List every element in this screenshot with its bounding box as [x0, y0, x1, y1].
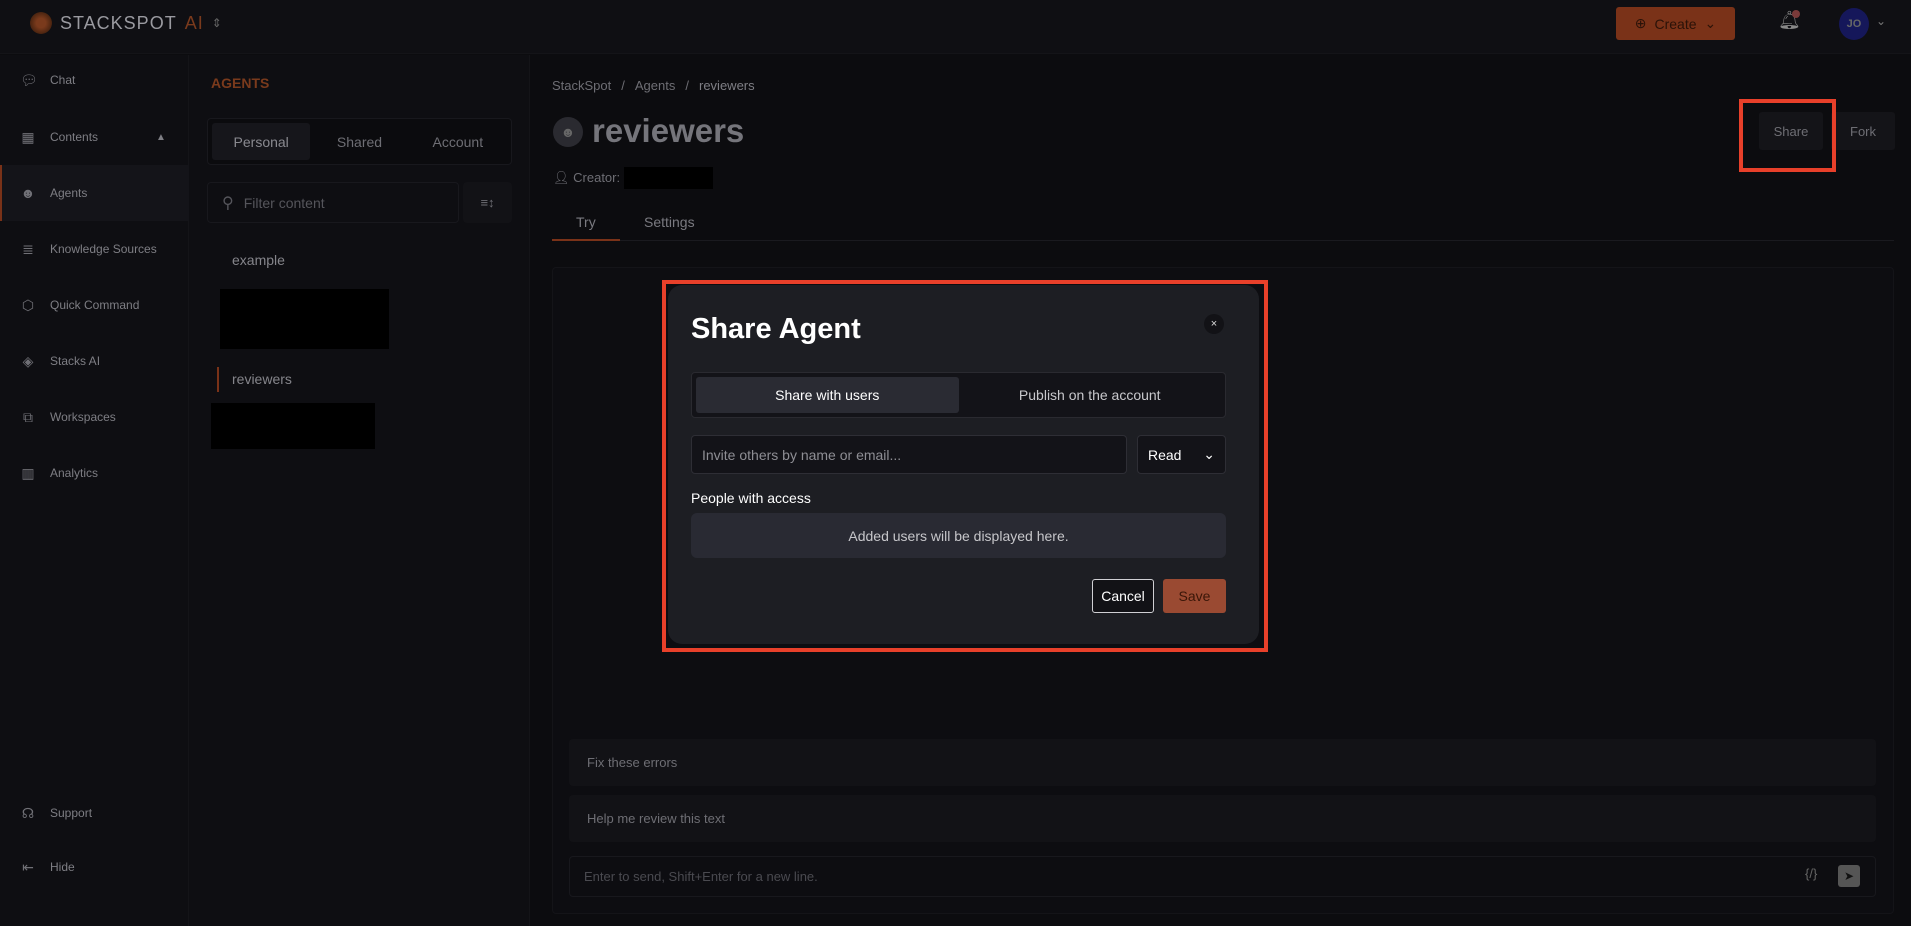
- chart-icon: ▥: [21, 464, 35, 481]
- chevron-down-icon[interactable]: ⌄: [1876, 14, 1886, 28]
- breadcrumb-stackspot[interactable]: StackSpot: [552, 78, 611, 93]
- collapse-icon: ⇤: [22, 858, 34, 875]
- sidebar-item-label: Stacks AI: [50, 354, 101, 368]
- user-icon: 👤︎: [553, 170, 570, 185]
- tab-underline: [552, 239, 620, 241]
- database-icon: ≣: [22, 240, 34, 257]
- sidebar-item-knowledge-sources[interactable]: ≣ Knowledge Sources: [0, 229, 189, 269]
- breadcrumb: StackSpot / Agents / reviewers: [552, 78, 755, 93]
- logo-mark-icon: [30, 12, 52, 34]
- tab-publish-on-account[interactable]: Publish on the account: [959, 377, 1222, 413]
- grid-icon: ▦: [21, 128, 35, 145]
- active-indicator: [217, 367, 219, 392]
- plus-circle-icon: ⊕: [1634, 15, 1647, 31]
- sidebar-item-label: Chat: [50, 73, 76, 87]
- sidebar-item-support[interactable]: ☊ Support: [0, 793, 189, 833]
- sidebar-item-hide[interactable]: ⇤ Hide: [0, 847, 189, 887]
- filter-placeholder: Filter content: [243, 194, 325, 211]
- chat-bubble-icon: 💬︎: [20, 71, 38, 88]
- sidebar-item-label: Analytics: [50, 466, 99, 480]
- search-icon: ⚲: [222, 194, 234, 212]
- robot-icon: ☻: [553, 117, 583, 147]
- sidebar-item-contents[interactable]: ▦ Contents ▲: [0, 117, 189, 157]
- chevron-down-icon: ⌄: [1203, 446, 1215, 462]
- create-label: Create: [1654, 15, 1697, 32]
- sidebar-item-agents[interactable]: ☻ Agents: [0, 165, 189, 221]
- redacted-item: [220, 289, 389, 349]
- breadcrumb-separator: /: [621, 78, 625, 93]
- create-button[interactable]: ⊕ Create ⌄: [1616, 7, 1735, 40]
- breadcrumb-agents[interactable]: Agents: [635, 78, 675, 93]
- save-button[interactable]: Save: [1163, 579, 1226, 613]
- panel-heading: AGENTS: [211, 75, 270, 91]
- suggestion-button[interactable]: Help me review this text: [569, 795, 1876, 842]
- sidebar-item-quick-command[interactable]: ⬡ Quick Command: [0, 285, 189, 325]
- list-item[interactable]: example: [232, 252, 285, 268]
- workspaces-icon: ⧉: [23, 408, 33, 425]
- people-with-access-label: People with access: [691, 490, 811, 506]
- chevron-down-icon: ⌄: [1704, 15, 1717, 31]
- chat-input[interactable]: Enter to send, Shift+Enter for a new lin…: [569, 856, 1876, 897]
- sidebar-item-stacks-ai[interactable]: ◈ Stacks AI: [0, 341, 189, 381]
- chevron-updown-icon[interactable]: ⇕: [212, 16, 223, 30]
- sidebar: 💬︎ Chat ▦ Contents ▲ ☻ Agents ≣ Knowledge Sou…: [0, 55, 189, 926]
- logo-suffix: AI: [184, 12, 204, 33]
- share-tabs: Share with users Publish on the account: [691, 372, 1226, 418]
- variables-icon[interactable]: {/}: [1805, 866, 1817, 881]
- panel-tabs: Personal Shared Account: [207, 118, 512, 165]
- permission-select[interactable]: Read ⌄: [1137, 435, 1226, 474]
- tab-try[interactable]: Try: [576, 214, 596, 230]
- tab-personal[interactable]: Personal: [212, 123, 311, 160]
- creator-label: Creator:: [573, 170, 621, 185]
- permission-value: Read: [1148, 446, 1182, 463]
- logo-text: STACKSPOT: [60, 12, 177, 33]
- close-icon[interactable]: ×: [1204, 314, 1224, 334]
- tab-settings[interactable]: Settings: [644, 214, 695, 230]
- suggestion-button[interactable]: Fix these errors: [569, 739, 1876, 786]
- creator: 👤︎ Creator:: [553, 170, 620, 186]
- empty-users-placeholder: Added users will be displayed here.: [691, 513, 1226, 558]
- robot-icon: ☻: [20, 185, 36, 201]
- modal-title: Share Agent: [691, 313, 861, 345]
- sidebar-item-label: Contents: [50, 130, 99, 144]
- avatar[interactable]: JO: [1839, 8, 1869, 40]
- send-icon[interactable]: ➤: [1838, 865, 1860, 887]
- redacted-creator: [624, 167, 713, 189]
- caret-up-icon: ▲: [156, 131, 166, 143]
- sidebar-item-workspaces[interactable]: ⧉ Workspaces: [0, 397, 189, 437]
- chat-placeholder: Enter to send, Shift+Enter for a new lin…: [584, 869, 818, 884]
- redacted-item: [211, 403, 375, 449]
- filter-input[interactable]: ⚲ Filter content: [207, 182, 459, 223]
- cancel-button[interactable]: Cancel: [1092, 579, 1154, 613]
- sidebar-item-label: Workspaces: [50, 410, 116, 424]
- headset-icon: ☊: [21, 804, 35, 821]
- hexagon-icon: ⬡: [21, 296, 35, 313]
- sidebar-item-label: Knowledge Sources: [50, 242, 157, 256]
- main-tabs: Try Settings: [552, 212, 1894, 241]
- breadcrumb-current: reviewers: [699, 78, 755, 93]
- sidebar-item-label: Quick Command: [50, 298, 140, 312]
- tab-share-with-users[interactable]: Share with users: [696, 377, 959, 413]
- sidebar-item-label: Hide: [50, 860, 75, 874]
- fork-button[interactable]: Fork: [1831, 112, 1895, 150]
- sort-button[interactable]: ≡↕: [463, 182, 512, 223]
- logo[interactable]: STACKSPOT AI ⇕: [30, 12, 223, 34]
- notification-dot: [1792, 10, 1800, 18]
- tab-account[interactable]: Account: [409, 123, 507, 160]
- sidebar-item-label: Support: [50, 806, 93, 820]
- sort-icon: ≡↕: [480, 195, 495, 210]
- sidebar-item-label: Agents: [50, 186, 88, 200]
- tab-shared[interactable]: Shared: [310, 123, 408, 160]
- invite-input[interactable]: [691, 435, 1127, 474]
- page-title: reviewers: [592, 112, 745, 149]
- bell-icon[interactable]: 🔔︎: [1778, 10, 1801, 36]
- sidebar-item-chat[interactable]: 💬︎ Chat: [0, 60, 189, 100]
- highlight-box: [1739, 99, 1836, 172]
- layers-icon: ◈: [22, 352, 34, 369]
- sidebar-item-analytics[interactable]: ▥ Analytics: [0, 453, 189, 493]
- list-item[interactable]: reviewers: [232, 371, 292, 387]
- breadcrumb-separator: /: [685, 78, 689, 93]
